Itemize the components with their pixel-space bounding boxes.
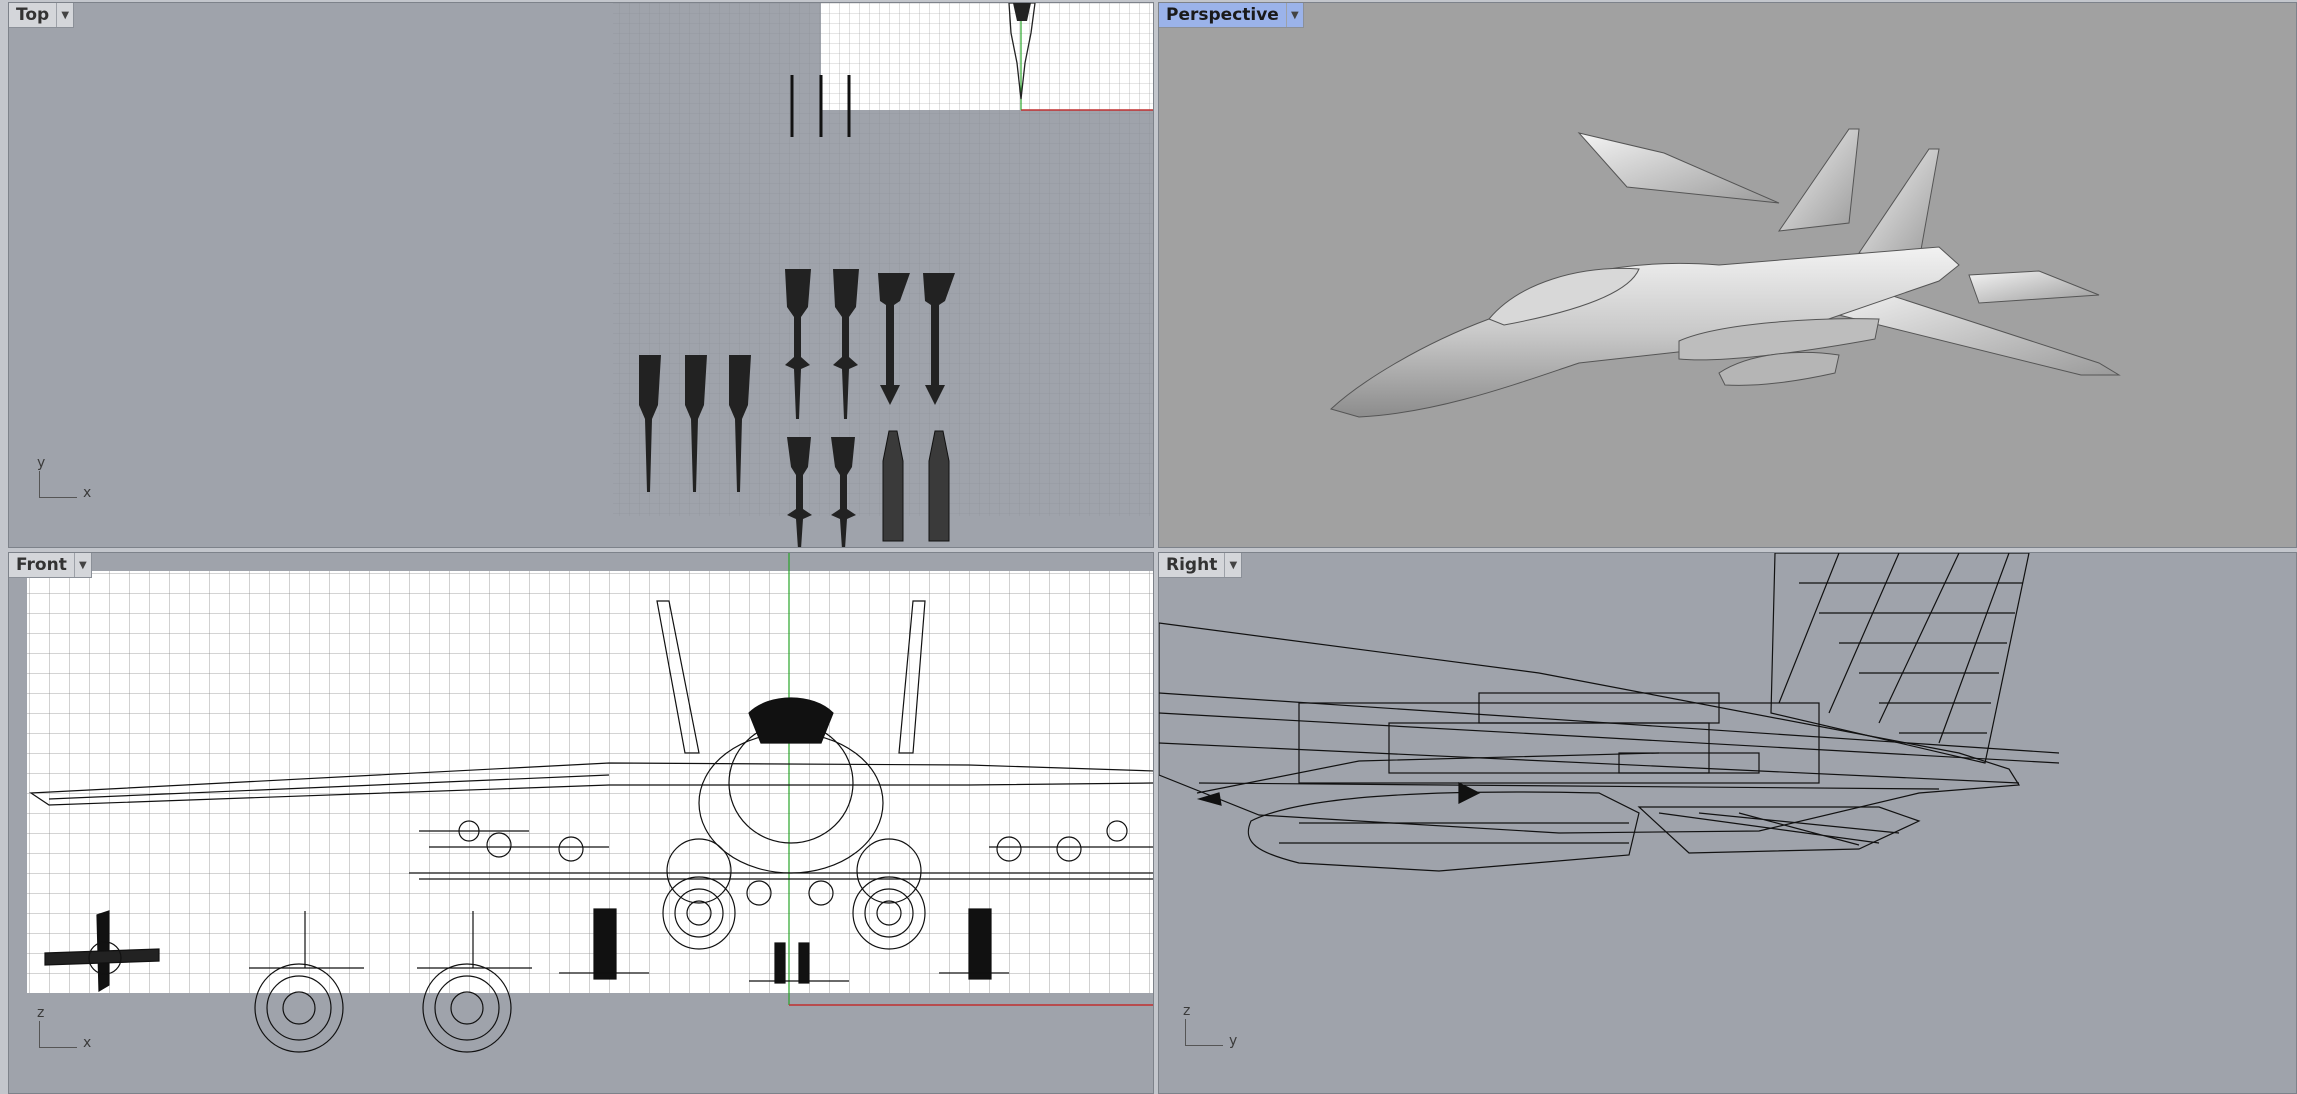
right-viewport-label[interactable]: Right ▼ (1159, 553, 1243, 578)
front-viewport-label[interactable]: Front ▼ (9, 553, 92, 578)
front-viewport[interactable]: Front ▼ z x (8, 552, 1154, 1094)
viewport-title: Top (16, 5, 50, 25)
front-view-scene (27, 553, 1153, 1053)
aircraft-model-3d (1330, 128, 2121, 418)
viewport-title: Perspective (1166, 5, 1279, 25)
axis-indicator: z y (1181, 1003, 1241, 1063)
viewport-title: Right (1166, 555, 1218, 575)
right-view-scene (1159, 553, 2060, 872)
axis-indicator: z x (35, 1005, 95, 1065)
axis-label-y: y (1229, 1033, 1238, 1049)
top-view-scene (613, 3, 1153, 547)
chevron-down-icon[interactable]: ▼ (1285, 3, 1303, 27)
top-grid-highlight (821, 3, 1153, 110)
axis-label-x: x (83, 485, 92, 501)
right-viewport[interactable]: Right ▼ z y (1158, 552, 2297, 1094)
axis-label-x: x (83, 1035, 92, 1051)
aircraft-side-wireframe (1159, 553, 2060, 872)
top-viewport-label[interactable]: Top ▼ (9, 3, 75, 28)
perspective-scene (1330, 128, 2121, 418)
chevron-down-icon[interactable]: ▼ (56, 3, 73, 27)
top-viewport[interactable]: Top ▼ y x (8, 2, 1154, 548)
perspective-viewport[interactable]: Perspective ▼ (1158, 2, 2297, 548)
chevron-down-icon[interactable]: ▼ (1224, 553, 1241, 577)
axis-indicator: y x (35, 455, 95, 515)
axis-label-y: y (37, 455, 46, 471)
chevron-down-icon[interactable]: ▼ (73, 553, 91, 577)
axis-label-z: z (37, 1005, 45, 1021)
axis-label-z: z (1183, 1003, 1191, 1019)
viewport-title: Front (16, 555, 67, 575)
perspective-viewport-label[interactable]: Perspective ▼ (1159, 3, 1304, 28)
